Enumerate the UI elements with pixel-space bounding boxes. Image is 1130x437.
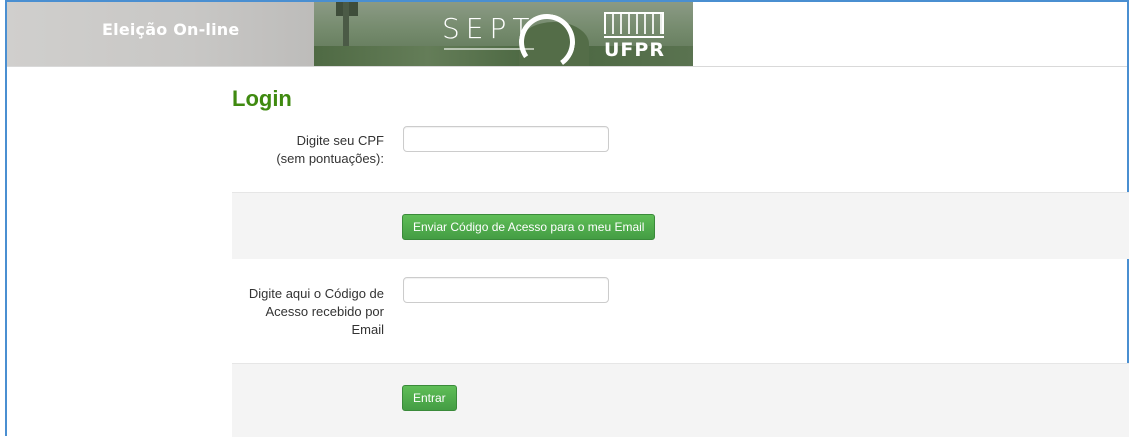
ufpr-building-icon	[604, 12, 664, 34]
header-banner-image: SEPT UFPR	[314, 2, 693, 66]
cpf-row: Digite seu CPF (sem pontuações):	[232, 120, 1129, 192]
page-title: Login	[232, 86, 292, 111]
cpf-label-line2: (sem pontuações):	[276, 151, 384, 166]
code-label-line2: Acesso recebido por	[265, 304, 384, 319]
cpf-label: Digite seu CPF (sem pontuações):	[232, 132, 384, 172]
code-row: Digite aqui o Código de Acesso recebido …	[232, 259, 1129, 363]
code-label-line3: Email	[351, 322, 384, 337]
code-label-line1: Digite aqui o Código de	[248, 286, 384, 301]
brand-bar: Eleição On-line	[7, 2, 314, 66]
ufpr-divider	[604, 36, 664, 38]
page-header: Eleição On-line SEPT UFPR	[7, 2, 1127, 67]
cpf-label-line1: Digite seu CPF	[296, 133, 384, 148]
submit-row: Entrar	[232, 363, 1129, 437]
cpf-input[interactable]	[403, 126, 609, 152]
brand-title: Eleição On-line	[102, 20, 240, 39]
login-submit-button[interactable]: Entrar	[402, 385, 457, 411]
send-code-button[interactable]: Enviar Código de Acesso para o meu Email	[402, 214, 656, 240]
send-code-row: Enviar Código de Acesso para o meu Email	[232, 192, 1129, 259]
code-label: Digite aqui o Código de Acesso recebido …	[232, 285, 384, 341]
access-code-input[interactable]	[403, 277, 609, 303]
ufpr-logo: UFPR	[604, 39, 665, 61]
